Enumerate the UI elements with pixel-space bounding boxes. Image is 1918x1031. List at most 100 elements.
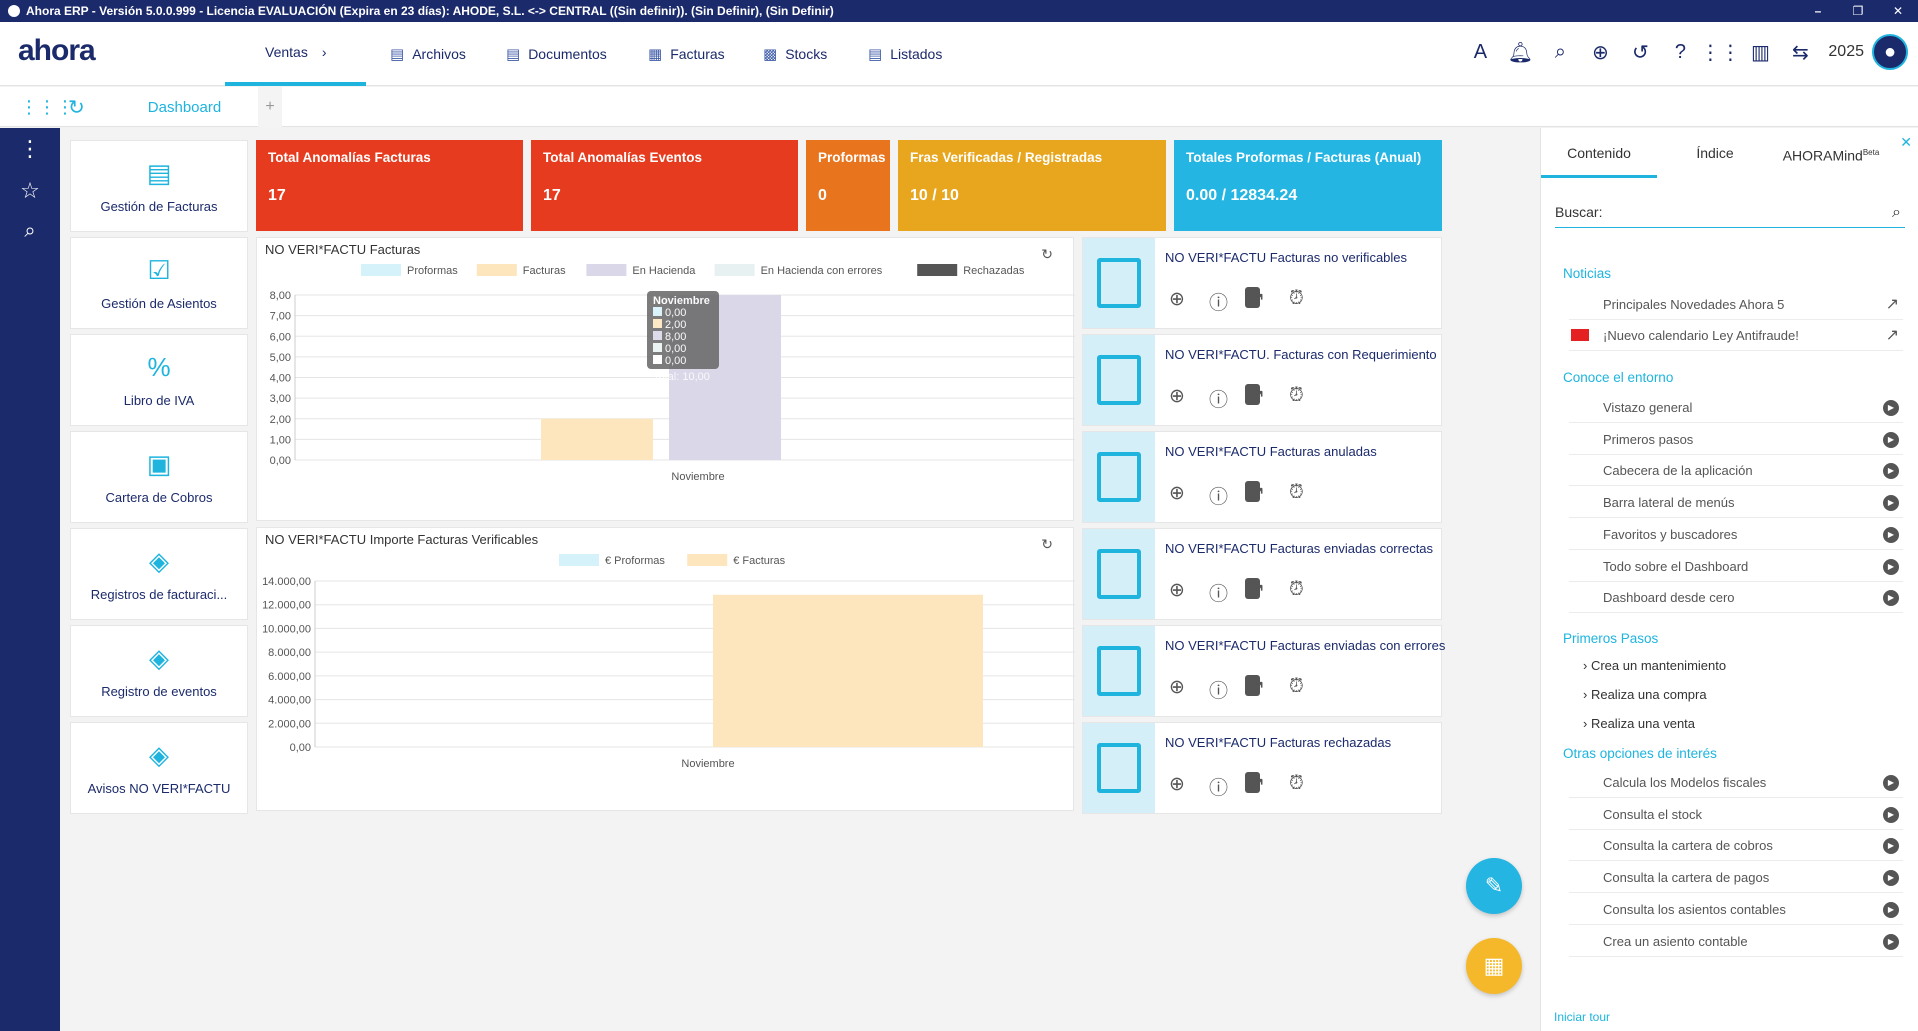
shortcut-registros-facturacion[interactable]: ◈ Registros de facturaci... bbox=[70, 528, 248, 620]
open-external-icon[interactable]: ↗ bbox=[1249, 579, 1289, 606]
bell-icon[interactable]: 🔔︎ bbox=[1500, 32, 1540, 72]
kpi-fras-verificadas[interactable]: Fras Verificadas / Registradas 10 / 10 bbox=[898, 140, 1166, 231]
add-tab-button[interactable]: + bbox=[258, 87, 282, 127]
alarm-icon[interactable]: ⏰︎ bbox=[1289, 773, 1329, 800]
open-external-icon[interactable]: ↗ bbox=[1249, 482, 1289, 509]
play-icon[interactable]: ▶ bbox=[1883, 590, 1899, 607]
nav-listados[interactable]: ▤ Listados bbox=[868, 22, 942, 86]
info-icon[interactable]: ⓘ 1 bbox=[1209, 481, 1260, 509]
help-item[interactable]: Todo sobre el Dashboard ▶ bbox=[1569, 552, 1903, 582]
first-steps-item[interactable]: › Crea un mantenimiento bbox=[1583, 658, 1726, 673]
add-circle-icon[interactable]: ⊕ bbox=[1169, 773, 1209, 800]
restore-button[interactable]: ❐ bbox=[1838, 0, 1878, 22]
shortcut-cartera-cobros[interactable]: ▣ Cartera de Cobros bbox=[70, 431, 248, 523]
help-item[interactable]: Consulta la cartera de cobros ▶ bbox=[1569, 831, 1903, 862]
alarm-icon[interactable]: ⏰︎ bbox=[1289, 579, 1329, 606]
refresh-icon[interactable]: ↻ bbox=[68, 95, 85, 120]
help-item[interactable]: Barra lateral de menús ▶ bbox=[1569, 488, 1903, 519]
play-icon[interactable]: ▶ bbox=[1883, 400, 1899, 416]
ahora-logo[interactable]: ahora bbox=[18, 34, 96, 68]
add-circle-icon[interactable]: ⊕ bbox=[1169, 579, 1209, 606]
ai-translate-icon[interactable]: A bbox=[1460, 32, 1500, 72]
nav-ventas[interactable]: Ventas › bbox=[225, 22, 366, 86]
invoice-status-card[interactable]: NO VERI*FACTU Facturas rechazadas ⊕ ⓘ 0 ↗ ⏰︎ bbox=[1082, 722, 1442, 814]
help-item[interactable]: Favoritos y buscadores ▶ bbox=[1569, 520, 1903, 550]
kpi-proformas[interactable]: Proformas 0 bbox=[806, 140, 890, 231]
search-list-icon[interactable]: ⌕ bbox=[0, 220, 60, 243]
kpi-anomalias-eventos[interactable]: Total Anomalías Eventos 17 bbox=[531, 140, 798, 231]
help-item[interactable]: Consulta el stock ▶ bbox=[1569, 800, 1903, 830]
history-icon[interactable]: ↺ bbox=[1620, 32, 1660, 72]
add-circle-icon[interactable]: ⊕ bbox=[1169, 385, 1209, 412]
add-circle-icon[interactable]: ⊕ bbox=[1580, 32, 1620, 72]
first-steps-item[interactable]: › Realiza una venta bbox=[1583, 716, 1695, 731]
open-external-icon[interactable]: ↗ bbox=[1249, 385, 1289, 412]
search-document-icon[interactable]: ⌕ bbox=[1540, 32, 1580, 72]
open-external-icon[interactable]: ↗ bbox=[1249, 288, 1289, 315]
help-icon[interactable]: ? bbox=[1660, 32, 1700, 72]
user-avatar[interactable]: ● bbox=[1872, 34, 1908, 70]
tab-contenido[interactable]: Contenido bbox=[1541, 128, 1657, 178]
grid-icon[interactable]: ⋮⋮⋮ bbox=[20, 97, 74, 118]
widgets-fab-button[interactable]: ▦ bbox=[1466, 938, 1522, 994]
invoice-status-card[interactable]: NO VERI*FACTU Facturas anuladas ⊕ ⓘ 1 ↗ ⏰︎ bbox=[1082, 431, 1442, 523]
switch-company-icon[interactable]: ⇆ bbox=[1780, 32, 1820, 72]
shortcut-registro-eventos[interactable]: ◈ Registro de eventos bbox=[70, 625, 248, 717]
alarm-icon[interactable]: ⏰︎ bbox=[1289, 385, 1329, 412]
kpi-anomalias-facturas[interactable]: Total Anomalías Facturas 17 bbox=[256, 140, 523, 231]
invoice-status-card[interactable]: NO VERI*FACTU Facturas enviadas correcta… bbox=[1082, 528, 1442, 620]
shortcut-gestion-asientos[interactable]: ☑ Gestión de Asientos bbox=[70, 237, 248, 329]
invoice-status-card[interactable]: NO VERI*FACTU Facturas enviadas con erro… bbox=[1082, 625, 1445, 717]
add-circle-icon[interactable]: ⊕ bbox=[1169, 676, 1209, 703]
play-icon[interactable]: ▶ bbox=[1883, 870, 1899, 887]
alarm-icon[interactable]: ⏰︎ bbox=[1289, 676, 1329, 703]
shortcut-libro-iva[interactable]: % Libro de IVA bbox=[70, 334, 248, 426]
add-circle-icon[interactable]: ⊕ bbox=[1169, 482, 1209, 509]
first-steps-item[interactable]: › Realiza una compra bbox=[1583, 687, 1707, 702]
help-item[interactable]: Vistazo general ▶ bbox=[1569, 393, 1903, 423]
help-item[interactable]: Dashboard desde cero ▶ bbox=[1569, 583, 1903, 614]
tab-dashboard[interactable]: Dashboard bbox=[110, 87, 260, 127]
building-icon[interactable]: ▥ bbox=[1740, 32, 1780, 72]
star-icon[interactable]: ☆ bbox=[0, 178, 60, 204]
info-icon[interactable]: ⓘ 8 bbox=[1209, 384, 1260, 412]
nav-facturas[interactable]: ▦ Facturas bbox=[648, 22, 725, 86]
info-icon[interactable]: ⓘ 8 bbox=[1209, 578, 1260, 606]
play-icon[interactable]: ▶ bbox=[1883, 806, 1899, 823]
search-icon[interactable]: ⌕ bbox=[1892, 204, 1901, 222]
help-search-input[interactable]: Buscar: ⌕ bbox=[1555, 198, 1905, 228]
play-icon[interactable]: ▶ bbox=[1883, 495, 1899, 512]
info-icon[interactable]: ⓘ 0 bbox=[1209, 287, 1260, 315]
invoice-status-card[interactable]: NO VERI*FACTU Facturas no verificables ⊕ ⓘ… bbox=[1082, 237, 1442, 329]
nav-archivos[interactable]: ▤ Archivos bbox=[390, 22, 466, 86]
play-icon[interactable]: ▶ bbox=[1883, 775, 1899, 791]
invoice-status-card[interactable]: NO VERI*FACTU. Facturas con Requerimient… bbox=[1082, 334, 1442, 426]
info-icon[interactable]: ⓘ 0 bbox=[1209, 675, 1260, 703]
open-external-icon[interactable]: ↗ bbox=[1249, 773, 1289, 800]
start-tour-link[interactable]: Iniciar tour bbox=[1554, 1010, 1610, 1024]
help-item[interactable]: Cabecera de la aplicación ▶ bbox=[1569, 456, 1903, 487]
play-icon[interactable]: ▶ bbox=[1883, 933, 1899, 950]
alarm-icon[interactable]: ⏰︎ bbox=[1289, 288, 1329, 315]
nav-documentos[interactable]: ▤ Documentos bbox=[506, 22, 607, 86]
tab-indice[interactable]: Índice bbox=[1657, 128, 1773, 178]
shortcut-avisos[interactable]: ◈ Avisos NO VERI*FACTU bbox=[70, 722, 248, 814]
play-icon[interactable]: ▶ bbox=[1883, 901, 1899, 918]
play-icon[interactable]: ▶ bbox=[1883, 526, 1899, 543]
shortcut-gestion-facturas[interactable]: ▤ Gestión de Facturas bbox=[70, 140, 248, 232]
apps-grid-icon[interactable]: ⋮⋮ bbox=[1700, 32, 1740, 72]
news-item[interactable]: Principales Novedades Ahora 5 ↗ bbox=[1569, 290, 1903, 320]
help-item[interactable]: Crea un asiento contable ▶ bbox=[1569, 927, 1903, 957]
edit-fab-button[interactable]: ✎ bbox=[1466, 858, 1522, 914]
add-circle-icon[interactable]: ⊕ bbox=[1169, 288, 1209, 315]
open-external-icon[interactable]: ↗ bbox=[1886, 290, 1899, 320]
alarm-icon[interactable]: ⏰︎ bbox=[1289, 482, 1329, 509]
nav-stocks[interactable]: ▩ Stocks bbox=[763, 22, 827, 86]
kpi-totales[interactable]: Totales Proformas / Facturas (Anual) 0.00… bbox=[1174, 140, 1442, 231]
info-icon[interactable]: ⓘ 0 bbox=[1209, 772, 1260, 800]
year-selector[interactable]: 2025 bbox=[1828, 43, 1864, 61]
news-item[interactable]: ¡Nuevo calendario Ley Antifraude! ↗ bbox=[1569, 321, 1903, 351]
play-icon[interactable]: ▶ bbox=[1883, 558, 1899, 575]
help-item[interactable]: Primeros pasos ▶ bbox=[1569, 425, 1903, 455]
more-vertical-icon[interactable]: ⋮ bbox=[0, 136, 60, 162]
